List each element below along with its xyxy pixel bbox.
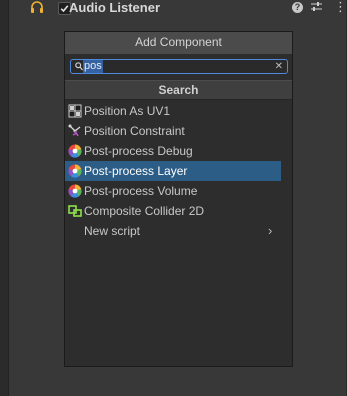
list-item-label: Post-process Volume: [84, 184, 198, 198]
list-item-label: Post-process Debug: [84, 144, 193, 158]
headphones-icon: [30, 1, 44, 17]
kebab-menu-icon[interactable]: ⋮: [334, 0, 347, 14]
list-item-post-process-layer[interactable]: Post-process Layer: [65, 161, 281, 181]
clear-search-icon[interactable]: ✕: [275, 60, 283, 73]
list-item-post-process-debug[interactable]: Post-process Debug: [65, 141, 292, 161]
collider-2d-icon: [68, 205, 82, 217]
search-section-header: Search: [65, 80, 292, 100]
post-process-icon: [68, 164, 82, 178]
list-item-label: Post-process Layer: [84, 164, 188, 178]
presets-icon[interactable]: [310, 1, 323, 16]
post-process-icon: [68, 144, 82, 158]
search-field[interactable]: pos ✕: [70, 59, 288, 74]
inspector-left-edge: [0, 0, 9, 396]
help-icon[interactable]: ?: [292, 2, 303, 13]
list-item-label: Composite Collider 2D: [84, 204, 205, 218]
list-item-label: Position As UV1: [84, 104, 171, 118]
component-list: Position As UV1 Position Constraint Post…: [65, 101, 292, 241]
audio-listener-header[interactable]: Audio Listener ? ⋮: [8, 0, 347, 16]
search-input-value[interactable]: pos: [83, 60, 103, 73]
add-component-popup: Add Component pos ✕ Search Position As U…: [64, 31, 293, 367]
chevron-right-icon: ›: [268, 223, 273, 238]
post-process-icon: [68, 184, 82, 198]
list-item-label: Position Constraint: [84, 124, 185, 138]
component-title: Audio Listener: [69, 0, 161, 15]
list-item-position-as-uv1[interactable]: Position As UV1: [65, 101, 292, 121]
popup-title: Add Component: [65, 32, 292, 54]
constraint-icon: [68, 124, 81, 137]
search-icon: [75, 62, 83, 71]
list-item-composite-collider-2d[interactable]: Composite Collider 2D: [65, 201, 292, 221]
list-item-post-process-volume[interactable]: Post-process Volume: [65, 181, 292, 201]
uv-grid-icon: [68, 104, 82, 118]
list-item-label: New script: [84, 224, 141, 238]
list-item-position-constraint[interactable]: Position Constraint: [65, 121, 292, 141]
list-item-new-script[interactable]: New script ›: [65, 221, 292, 241]
